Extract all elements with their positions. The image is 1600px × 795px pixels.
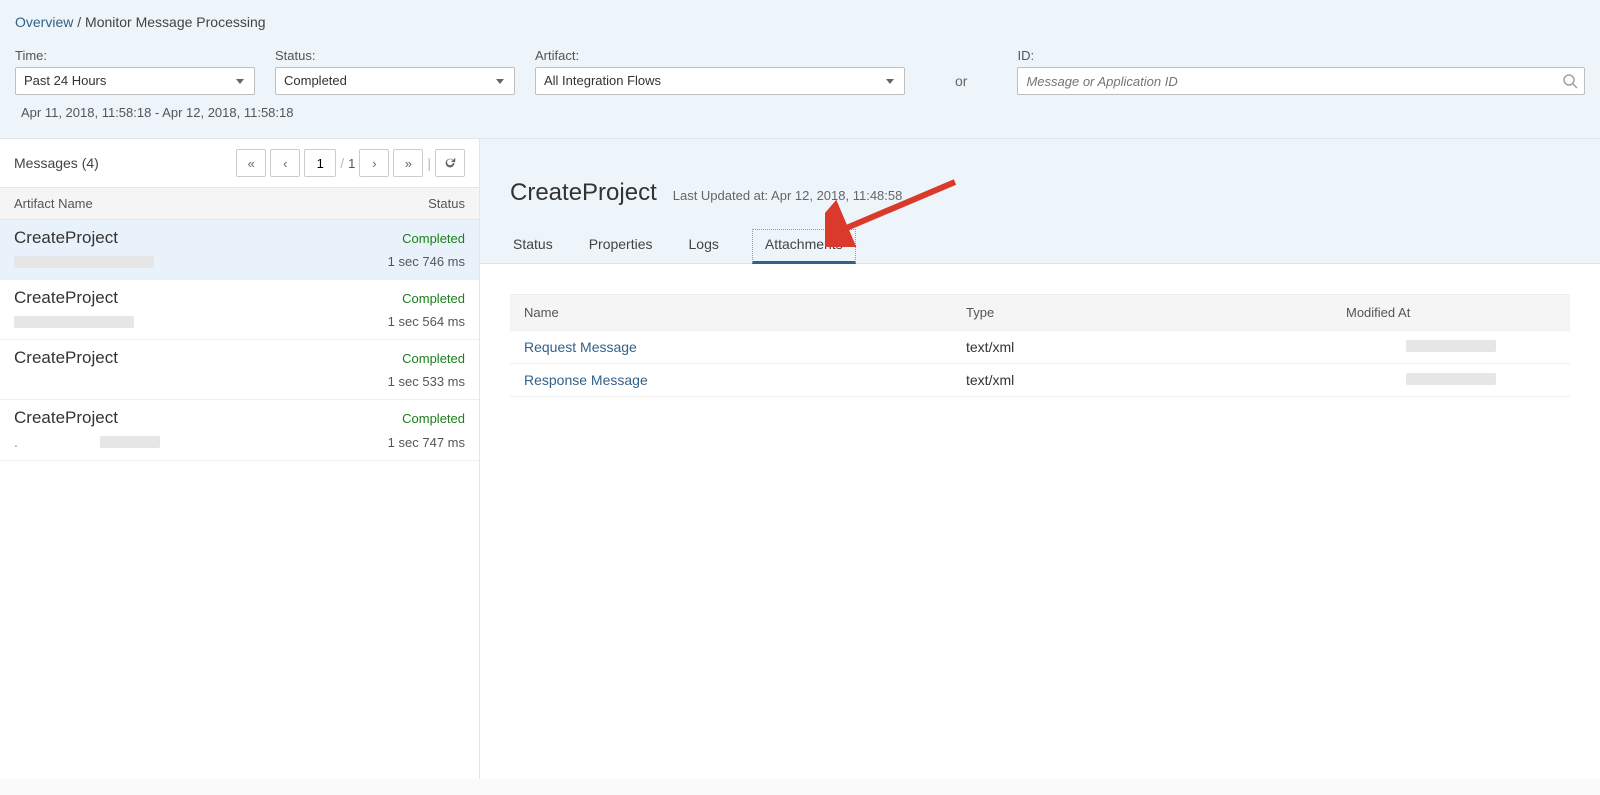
message-list-panel: Messages (4) « ‹ / 1 › » | Artifact Name… xyxy=(0,139,480,779)
message-artifact-name: CreateProject xyxy=(14,288,118,308)
attachment-type: text/xml xyxy=(966,372,1346,388)
artifact-select[interactable]: All Integration Flows xyxy=(535,67,905,95)
redacted-text xyxy=(1406,340,1496,352)
pager: « ‹ / 1 › » | xyxy=(236,149,465,177)
message-status: Completed xyxy=(402,291,465,306)
breadcrumb: Overview / Monitor Message Processing xyxy=(15,14,1585,30)
attachment-link[interactable]: Response Message xyxy=(524,372,648,388)
detail-tabs: Status Properties Logs Attachments xyxy=(510,229,1570,263)
refresh-icon xyxy=(443,156,457,170)
redacted-text xyxy=(14,256,154,268)
pager-refresh-button[interactable] xyxy=(435,149,465,177)
message-row[interactable]: CreateProject Completed 1 sec 533 ms xyxy=(0,340,479,400)
date-range-text: Apr 11, 2018, 11:58:18 - Apr 12, 2018, 1… xyxy=(15,105,1585,120)
att-header-modified: Modified At xyxy=(1346,305,1556,320)
filter-header: Overview / Monitor Message Processing Ti… xyxy=(0,0,1600,139)
breadcrumb-root-link[interactable]: Overview xyxy=(15,14,73,30)
pager-sep: / xyxy=(340,155,344,171)
pager-next-button[interactable]: › xyxy=(359,149,389,177)
message-duration: 1 sec 747 ms xyxy=(388,435,465,450)
detail-title: CreateProject xyxy=(510,179,657,207)
pager-first-button[interactable]: « xyxy=(236,149,266,177)
message-status: Completed xyxy=(402,351,465,366)
detail-updated: Last Updated at: Apr 12, 2018, 11:48:58 xyxy=(673,188,903,203)
list-header-artifact: Artifact Name xyxy=(14,196,428,211)
time-select[interactable]: Past 24 Hours xyxy=(15,67,255,95)
attachment-modified xyxy=(1346,372,1556,388)
pager-prev-button[interactable]: ‹ xyxy=(270,149,300,177)
tab-properties[interactable]: Properties xyxy=(586,229,656,263)
id-label: ID: xyxy=(1017,48,1585,63)
message-duration: 1 sec 533 ms xyxy=(388,374,465,389)
message-row[interactable]: CreateProjectCompleted.1 sec 747 ms xyxy=(0,400,479,461)
message-status: Completed xyxy=(402,231,465,246)
detail-panel: CreateProject Last Updated at: Apr 12, 2… xyxy=(480,139,1600,779)
id-search[interactable] xyxy=(1017,67,1585,95)
breadcrumb-current: Monitor Message Processing xyxy=(85,14,266,30)
att-header-name: Name xyxy=(524,305,966,320)
tab-logs[interactable]: Logs xyxy=(686,229,722,263)
attachment-modified xyxy=(1346,339,1556,355)
redacted-text xyxy=(100,436,160,448)
time-label: Time: xyxy=(15,48,255,63)
attachment-row: Response Message text/xml xyxy=(510,364,1570,397)
pager-page-input[interactable] xyxy=(304,149,336,177)
messages-count: Messages (4) xyxy=(14,155,99,171)
tab-status[interactable]: Status xyxy=(510,229,556,263)
pager-last-button[interactable]: » xyxy=(393,149,423,177)
att-header-type: Type xyxy=(966,305,1346,320)
attachment-type: text/xml xyxy=(966,339,1346,355)
or-label: or xyxy=(925,73,997,89)
message-row[interactable]: CreateProject Completed 1 sec 746 ms xyxy=(0,220,479,280)
search-icon xyxy=(1562,73,1578,89)
pager-total: 1 xyxy=(348,156,355,171)
list-header-status: Status xyxy=(428,196,465,211)
attachment-row: Request Message text/xml xyxy=(510,331,1570,364)
message-duration: 1 sec 746 ms xyxy=(388,254,465,269)
status-label: Status: xyxy=(275,48,515,63)
attachments-table: Name Type Modified At Request Message tex… xyxy=(480,264,1600,397)
message-artifact-name: CreateProject xyxy=(14,228,118,248)
redacted-text xyxy=(14,316,134,328)
attachment-link[interactable]: Request Message xyxy=(524,339,637,355)
message-row[interactable]: CreateProject Completed 1 sec 564 ms xyxy=(0,280,479,340)
redacted-text xyxy=(1406,373,1496,385)
message-artifact-name: CreateProject xyxy=(14,408,118,428)
tab-attachments[interactable]: Attachments xyxy=(752,229,856,264)
message-duration: 1 sec 564 ms xyxy=(388,314,465,329)
message-status: Completed xyxy=(402,411,465,426)
message-artifact-name: CreateProject xyxy=(14,348,118,368)
id-search-input[interactable] xyxy=(1018,68,1584,94)
status-select[interactable]: Completed xyxy=(275,67,515,95)
artifact-label: Artifact: xyxy=(535,48,905,63)
